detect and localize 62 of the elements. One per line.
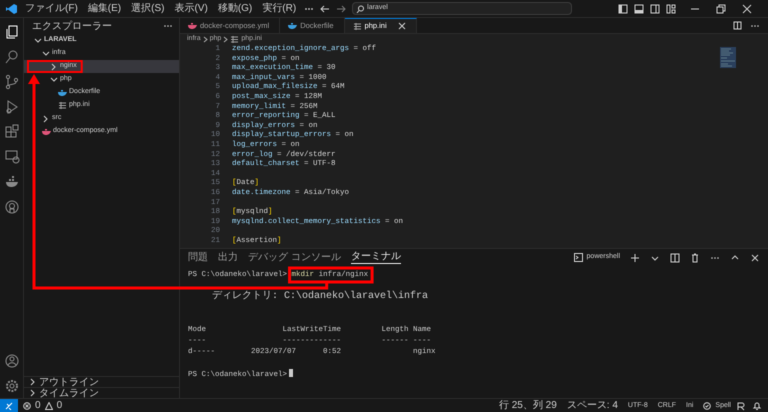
panel-tab[interactable]: 問題 xyxy=(188,252,208,264)
whale-icon xyxy=(288,21,298,30)
trash-icon[interactable] xyxy=(690,252,700,262)
highlight-frame xyxy=(27,60,83,73)
menu-item[interactable]: 実行(R) xyxy=(260,2,298,14)
back-arrow-icon[interactable] xyxy=(320,4,330,14)
terminal-icon xyxy=(574,253,583,262)
menu-item[interactable]: 選択(S) xyxy=(129,2,166,14)
files-icon[interactable] xyxy=(4,24,20,40)
run-debug-icon[interactable] xyxy=(4,99,20,115)
whale-icon xyxy=(188,21,197,30)
extensions-icon[interactable] xyxy=(4,124,20,140)
terminal-line: ディレクトリ: C:\odaneko\laravel\infra xyxy=(211,291,428,302)
toggle-panel-icon[interactable] xyxy=(634,4,644,14)
add-icon[interactable] xyxy=(630,252,640,262)
status-item[interactable]: 行 25、列 29 xyxy=(494,400,562,412)
split-terminal-icon[interactable] xyxy=(670,252,680,262)
forward-arrow-icon[interactable] xyxy=(336,4,346,14)
warning-icon xyxy=(44,402,53,410)
menu-item[interactable]: 表示(V) xyxy=(172,2,210,14)
explorer-title: エクスプローラー xyxy=(32,20,112,34)
layout-icon[interactable] xyxy=(666,4,676,14)
split-editor-icon[interactable] xyxy=(733,21,742,30)
more-icon[interactable] xyxy=(163,23,173,29)
close-icon[interactable] xyxy=(742,4,752,14)
spell-check-icon xyxy=(703,402,712,410)
whale-icon[interactable] xyxy=(4,174,20,190)
more-icon[interactable] xyxy=(750,22,760,28)
problems-indicator[interactable]: 0 0 xyxy=(18,400,68,412)
close-icon[interactable] xyxy=(750,252,760,262)
whale-icon xyxy=(42,127,51,136)
close-icon[interactable] xyxy=(398,22,406,30)
chevron-icon xyxy=(202,36,208,43)
panel-tab[interactable]: デバッグ コンソール xyxy=(248,252,341,264)
remote-button[interactable] xyxy=(0,399,18,412)
settings-file-icon xyxy=(352,22,362,30)
monitor-icon[interactable] xyxy=(4,149,20,165)
restore-icon[interactable] xyxy=(716,4,726,14)
github-icon[interactable] xyxy=(4,199,20,215)
chevron-icon xyxy=(42,114,50,122)
menu-item[interactable]: 編集(E) xyxy=(86,2,124,14)
settings-file-icon xyxy=(230,35,240,44)
remote-icon xyxy=(5,402,13,410)
menu-item[interactable]: 移動(G) xyxy=(216,2,254,14)
status-item[interactable]: スペース: 4 xyxy=(562,400,623,412)
toggle-secondary-sidebar-icon[interactable] xyxy=(650,4,660,14)
notification-bell-icon[interactable] xyxy=(752,400,762,410)
source-control-icon[interactable] xyxy=(4,74,20,90)
whale-icon xyxy=(58,88,67,97)
search-icon xyxy=(356,4,364,12)
search-icon[interactable] xyxy=(4,49,20,65)
chevron-icon xyxy=(223,36,228,43)
panel-tab[interactable]: ターミナル xyxy=(350,251,401,264)
panel-tab[interactable]: 出力 xyxy=(218,252,238,264)
settings-icon[interactable] xyxy=(4,378,20,394)
toggle-sidebar-icon[interactable] xyxy=(618,4,628,14)
menu-item[interactable]: ファイル(F) xyxy=(23,2,80,14)
error-icon xyxy=(23,402,31,410)
account-icon[interactable] xyxy=(4,353,20,369)
sidebar-section[interactable]: アウトライン xyxy=(24,376,179,387)
minimap-drawing xyxy=(720,47,736,69)
settings-file-icon xyxy=(58,101,67,110)
